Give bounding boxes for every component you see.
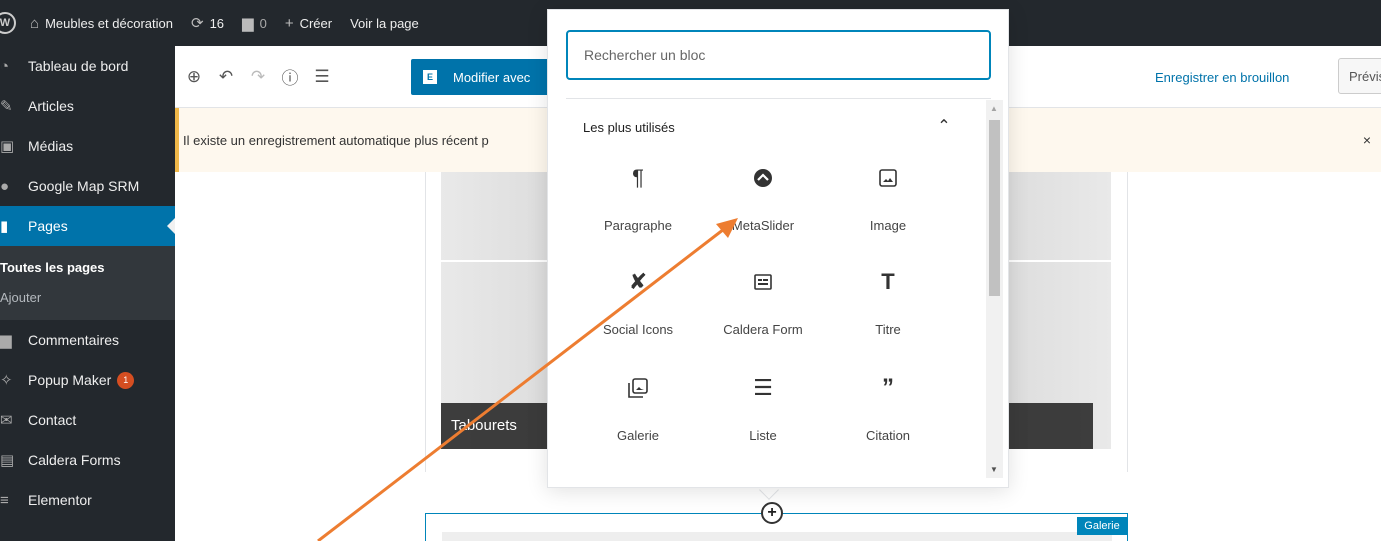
updates-link[interactable]: ⟳ 16 bbox=[191, 14, 224, 32]
caldera-form-icon bbox=[708, 264, 818, 300]
save-draft-link[interactable]: Enregistrer en brouillon bbox=[1155, 70, 1289, 85]
mail-icon: ✉ bbox=[0, 412, 13, 429]
quote-icon: ” bbox=[882, 374, 894, 401]
view-page-link[interactable]: Voir la page bbox=[350, 16, 419, 31]
inserter-scrollbar[interactable]: ▲ ▼ bbox=[986, 100, 1003, 478]
outline-icon[interactable]: ☰ bbox=[309, 67, 335, 87]
block-caldera-form[interactable]: Caldera Form bbox=[708, 264, 818, 364]
social-icons-icon: ✘ bbox=[628, 269, 648, 294]
pages-icon: ▮ bbox=[0, 218, 9, 235]
sidebar-item-media[interactable]: ▣ Médias bbox=[0, 126, 175, 166]
image-icon bbox=[833, 160, 943, 196]
block-paragraph[interactable]: ¶ Paragraphe bbox=[583, 160, 693, 260]
sidebar-item-popup-maker[interactable]: ✧ Popup Maker 1 bbox=[0, 360, 175, 400]
elementor-icon: ≡ bbox=[0, 491, 9, 509]
site-name-link[interactable]: ⌂ Meubles et décoration bbox=[30, 15, 173, 32]
scroll-up-arrow-icon[interactable]: ▲ bbox=[990, 104, 998, 113]
comment-icon: ▆ bbox=[0, 332, 12, 349]
sidebar-item-google-map[interactable]: ● Google Map SRM bbox=[0, 166, 175, 206]
chevron-up-icon[interactable]: ⌃ bbox=[934, 116, 954, 136]
panel-title: Les plus utilisés bbox=[583, 120, 675, 135]
dashboard-icon: ◔ bbox=[0, 57, 10, 75]
block-social-icons[interactable]: ✘ Social Icons bbox=[583, 264, 693, 364]
block-quote[interactable]: ” Citation bbox=[833, 370, 943, 470]
add-block-icon[interactable]: ⊕ bbox=[181, 67, 207, 87]
popup-maker-icon: ✧ bbox=[0, 372, 13, 389]
info-icon[interactable]: ⓘ bbox=[277, 64, 303, 89]
pages-submenu: Toutes les pages Ajouter bbox=[0, 246, 175, 320]
submenu-all-pages[interactable]: Toutes les pages bbox=[0, 252, 175, 282]
create-new-link[interactable]: + Créer bbox=[285, 15, 332, 32]
block-metaslider[interactable]: MetaSlider bbox=[708, 160, 818, 260]
plus-icon: + bbox=[284, 14, 294, 32]
block-type-tag: Galerie bbox=[1077, 517, 1127, 535]
pin-icon: ✎ bbox=[0, 98, 13, 115]
close-icon[interactable]: × bbox=[1363, 132, 1371, 148]
block-gallery[interactable]: Galerie bbox=[583, 370, 693, 470]
sidebar-item-contact[interactable]: ✉ Contact bbox=[0, 400, 175, 440]
block-image[interactable]: Image bbox=[833, 160, 943, 260]
gallery-icon bbox=[583, 370, 693, 406]
sidebar-item-elementor[interactable]: ≡ Elementor bbox=[0, 480, 175, 520]
block-search-input[interactable] bbox=[566, 30, 991, 80]
metaslider-icon bbox=[708, 160, 818, 196]
elementor-icon: E bbox=[423, 70, 437, 84]
sidebar-item-dashboard[interactable]: ◔ Tableau de bord bbox=[0, 46, 175, 86]
redo-icon[interactable]: ↷ bbox=[245, 67, 271, 87]
list-icon: ☰ bbox=[753, 375, 773, 400]
paragraph-icon: ¶ bbox=[632, 165, 644, 190]
media-icon: ▣ bbox=[0, 138, 15, 155]
wordpress-logo-icon[interactable]: W bbox=[0, 12, 16, 34]
undo-icon[interactable]: ↶ bbox=[213, 67, 239, 87]
scrollbar-thumb[interactable] bbox=[989, 120, 1000, 296]
comment-icon: ▆ bbox=[242, 15, 254, 32]
block-list[interactable]: ☰ Liste bbox=[708, 370, 818, 470]
caldera-icon: ▤ bbox=[0, 452, 15, 469]
block-heading[interactable]: T Titre bbox=[833, 264, 943, 364]
updates-icon: ⟳ bbox=[190, 15, 204, 32]
edit-with-elementor-button[interactable]: E Modifier avec bbox=[411, 59, 551, 95]
home-icon: ⌂ bbox=[30, 14, 40, 32]
submenu-add-page[interactable]: Ajouter bbox=[0, 282, 175, 312]
add-block-plus-icon[interactable]: + bbox=[761, 502, 783, 524]
sidebar-item-caldera-forms[interactable]: ▤ Caldera Forms bbox=[0, 440, 175, 480]
sidebar-item-comments[interactable]: ▆ Commentaires bbox=[0, 320, 175, 360]
preview-button[interactable]: Prévisualiser bbox=[1338, 58, 1381, 94]
comments-link[interactable]: ▆ 0 bbox=[242, 14, 267, 32]
heading-icon: T bbox=[881, 269, 895, 294]
admin-sidebar: ◔ Tableau de bord ✎ Articles ▣ Médias ● … bbox=[0, 46, 175, 541]
block-inserter-popover: Les plus utilisés ⌃ ¶ Paragraphe MetaSli… bbox=[547, 9, 1009, 488]
sidebar-item-pages[interactable]: ▮ Pages bbox=[0, 206, 175, 246]
divider bbox=[566, 98, 991, 99]
map-pin-icon: ● bbox=[0, 177, 10, 195]
notification-badge: 1 bbox=[117, 371, 135, 389]
sidebar-item-articles[interactable]: ✎ Articles bbox=[0, 86, 175, 126]
scroll-down-arrow-icon[interactable]: ▼ bbox=[990, 465, 998, 474]
